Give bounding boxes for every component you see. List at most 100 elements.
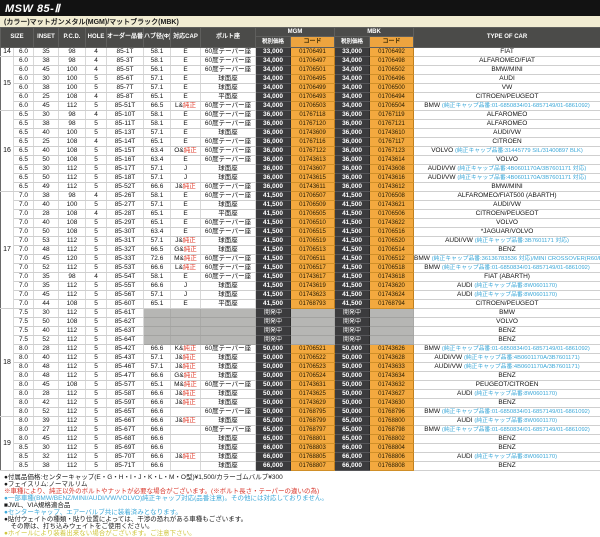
cell-hub: 58.1 bbox=[144, 273, 171, 282]
cell-order-no: 85-60T bbox=[107, 300, 144, 309]
table-row: 8.048112585-46T57.1J&純正球面座50,00001706523… bbox=[1, 363, 600, 372]
cell-mbk-price: 36,000 bbox=[335, 138, 370, 147]
cell-bolt-seat: 球面座 bbox=[201, 84, 256, 93]
cell-pcd: 112 bbox=[59, 327, 86, 336]
cell-mbk-code: 01743618 bbox=[370, 273, 414, 282]
note-line: ●貼付ウェイトの種類・貼り位置によっては、干渉の恐れがある車種もございます。 bbox=[4, 516, 600, 523]
cell-mgm-code: 01706501 bbox=[291, 66, 335, 75]
cell-cap: E bbox=[171, 111, 201, 120]
cell-type-of-car: CITROEN/PEUGEOT bbox=[414, 93, 600, 102]
cell-type-of-car: AUDI/VW (純正キャップ品番:3B7601171 対応) bbox=[414, 237, 600, 246]
cell-bolt-seat: 球面座 bbox=[201, 444, 256, 453]
cell-order-no: 85-14T bbox=[107, 138, 144, 147]
cell-mbk-code: 01743616 bbox=[370, 174, 414, 183]
cell-bolt-seat: 60度テーパー座 bbox=[201, 57, 256, 66]
cell-order-no: 85-57T bbox=[107, 381, 144, 390]
cell-mbk-code: 01706512 bbox=[370, 255, 414, 264]
cell-mbk-code bbox=[370, 327, 414, 336]
cell-bolt-seat: 60度テーパー座 bbox=[201, 48, 256, 57]
cell-mbk-price: 66,000 bbox=[335, 444, 370, 453]
cell-mgm-price: 41,500 bbox=[256, 246, 291, 255]
cell-mgm-price: 開発中 bbox=[256, 309, 291, 318]
cell-inset: 40 bbox=[34, 327, 59, 336]
table-row: 7.550108585-62T開発中開発中VOLVO bbox=[1, 318, 600, 327]
cell-hole: 5 bbox=[86, 291, 107, 300]
cell-mgm-code: 01743625 bbox=[291, 390, 335, 399]
cell-hub: 57.1 bbox=[144, 201, 171, 210]
cell-hub: 66.6 bbox=[144, 435, 171, 444]
cell-mgm-code bbox=[291, 327, 335, 336]
cell-mbk-price: 41,500 bbox=[335, 246, 370, 255]
cell-mbk-code: 01706508 bbox=[370, 192, 414, 201]
cell-bolt-seat: 60度テーパー座 bbox=[201, 381, 256, 390]
cell-mgm-price: 50,000 bbox=[256, 390, 291, 399]
cell-order-no: 85-65T bbox=[107, 408, 144, 417]
cell-hub: 58.1 bbox=[144, 192, 171, 201]
cell-pcd: 112 bbox=[59, 345, 86, 354]
cell-type-of-car: ALFAROMEO/FIAT500 (ABARTH) bbox=[414, 192, 600, 201]
cell-hub: 65.1 bbox=[144, 138, 171, 147]
cell-mbk-code: 01706492 bbox=[370, 48, 414, 57]
cell-inset: 28 bbox=[34, 345, 59, 354]
cell-inset: 50 bbox=[34, 228, 59, 237]
cell-mbk-price: 66,000 bbox=[335, 453, 370, 462]
cell-type-of-car: FIAT (ABARTH) bbox=[414, 273, 600, 282]
cell-inset: 35 bbox=[34, 273, 59, 282]
cell-pcd: 98 bbox=[59, 57, 86, 66]
cell-bolt-seat: 平面座 bbox=[201, 210, 256, 219]
cell-mgm-price: 開発中 bbox=[256, 318, 291, 327]
cell-mgm-price: 50,000 bbox=[256, 399, 291, 408]
cell-type-of-car: BENZ bbox=[414, 444, 600, 453]
cell-mgm-code: 01743623 bbox=[291, 291, 335, 300]
cell-width: 7.0 bbox=[14, 273, 34, 282]
cell-mbk-price: 50,000 bbox=[335, 345, 370, 354]
cell-pcd: 112 bbox=[59, 426, 86, 435]
cell-hole: 5 bbox=[86, 462, 107, 471]
table-row: 6.045100485-5T56.1E60度テーパー座34,0000170650… bbox=[1, 66, 600, 75]
cell-width: 8.5 bbox=[14, 462, 34, 471]
cell-hole: 5 bbox=[86, 309, 107, 318]
cell-type-of-car: CITROEN/PEUGEOT bbox=[414, 300, 600, 309]
col-header-mgm-code: コード bbox=[291, 37, 335, 48]
table-row: 8.027112585-67T66.660度テーパー座65,0000176879… bbox=[1, 426, 600, 435]
cell-mgm-code: 01706522 bbox=[291, 354, 335, 363]
cell-order-no: 85-46T bbox=[107, 363, 144, 372]
cell-bolt-seat: 60度テーパー座 bbox=[201, 219, 256, 228]
cell-bolt-seat bbox=[201, 318, 256, 327]
table-row: 8.048112585-47T66.6G&純正球面座50,00001706524… bbox=[1, 372, 600, 381]
cell-type-of-car: BENZ bbox=[414, 246, 600, 255]
cell-mbk-price: 36,000 bbox=[335, 174, 370, 183]
cell-bolt-seat: 球面座 bbox=[201, 390, 256, 399]
cell-inset: 30 bbox=[34, 165, 59, 174]
cell-mgm-price: 50,000 bbox=[256, 354, 291, 363]
col-header-size: SIZE bbox=[1, 28, 34, 48]
cell-pcd: 98 bbox=[59, 273, 86, 282]
cell-mgm-price: 開発中 bbox=[256, 336, 291, 345]
cell-inset: 30 bbox=[34, 444, 59, 453]
color-subtitle: (カラー)マットガンメタル(MGM)/マットブラック(MBK) bbox=[0, 17, 179, 27]
cell-mgm-code: 01706510 bbox=[291, 219, 335, 228]
cell-mgm-code: 01706515 bbox=[291, 228, 335, 237]
cell-mgm-code: 01706509 bbox=[291, 201, 335, 210]
cell-mgm-code: 01706524 bbox=[291, 372, 335, 381]
note-line: ※車種により、純正以外のボルトやナットが必要な場合がございます。(※ボルト長さ・… bbox=[4, 488, 600, 495]
cell-mgm-code: 01706511 bbox=[291, 255, 335, 264]
spec-table-header: SIZE INSET P.C.D. HOLE オーダー品番 ハブ径(Φ) 対応C… bbox=[1, 28, 600, 48]
cell-hole: 4 bbox=[86, 93, 107, 102]
cell-mbk-price: 開発中 bbox=[335, 318, 370, 327]
cell-pcd: 108 bbox=[59, 93, 86, 102]
cell-order-no: 85-69T bbox=[107, 444, 144, 453]
cell-pcd: 100 bbox=[59, 66, 86, 75]
cell-hub: 66.5 bbox=[144, 246, 171, 255]
cell-pcd: 112 bbox=[59, 390, 86, 399]
cell-bolt-seat: 60度テーパー座 bbox=[201, 183, 256, 192]
table-row: 177.03898485-26T58.1E60度テーパー座41,50001706… bbox=[1, 192, 600, 201]
table-row: 7.044108585-60T65.1E平面座41,5000176879341,… bbox=[1, 300, 600, 309]
cell-order-no: 85-47T bbox=[107, 372, 144, 381]
cell-cap: E bbox=[171, 129, 201, 138]
cell-order-no: 85-63T bbox=[107, 327, 144, 336]
table-row: 6.030100585-6T57.1E球面座34,0000170649534,0… bbox=[1, 75, 600, 84]
cell-mbk-price: 36,000 bbox=[335, 165, 370, 174]
table-row: 7.028108485-28T65.1E平面座41,5000170650541,… bbox=[1, 210, 600, 219]
cell-type-of-car: AUDI (純正キャップ品番:8W0601170) bbox=[414, 453, 600, 462]
